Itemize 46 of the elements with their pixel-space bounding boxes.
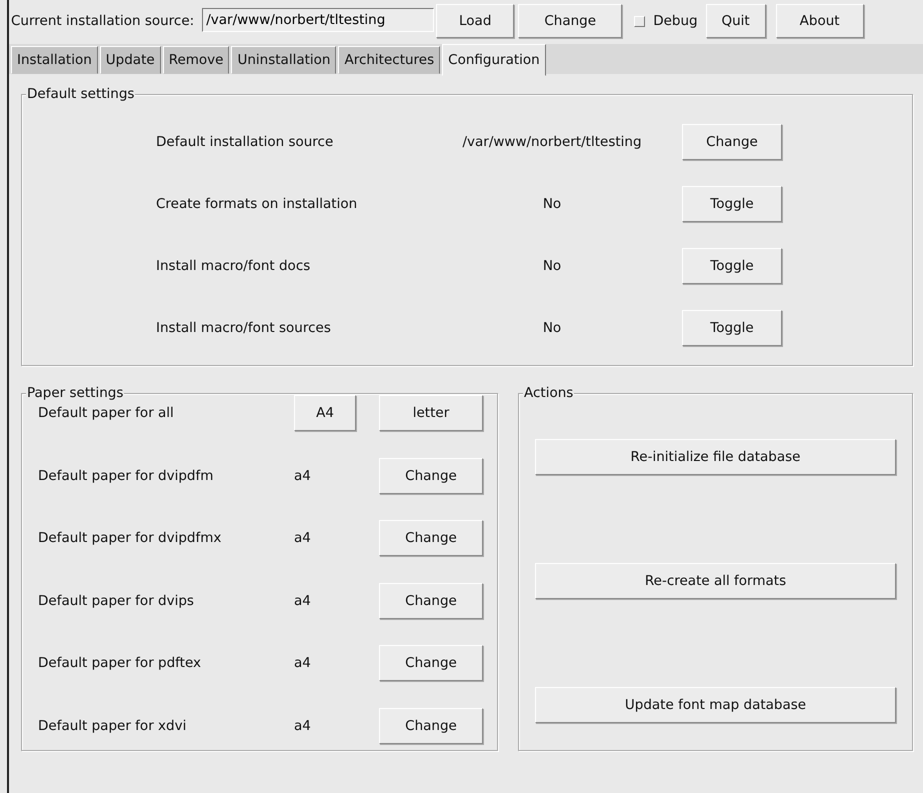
setting-label: Default installation source xyxy=(156,132,334,152)
tab[interactable]: Remove xyxy=(162,46,230,74)
action-button[interactable]: Re-initialize file database xyxy=(535,439,896,475)
paper-label: Default paper for xdvi xyxy=(38,716,188,736)
setting-button[interactable]: Toggle xyxy=(682,248,782,284)
paper-value: a4 xyxy=(294,529,312,548)
setting-button[interactable]: Toggle xyxy=(682,186,782,222)
setting-label: Install macro/font sources xyxy=(156,318,332,338)
change-button[interactable]: Change xyxy=(518,4,622,38)
change-button[interactable]: Change xyxy=(379,520,483,556)
paper-value: a4 xyxy=(294,466,312,486)
tab[interactable]: Update xyxy=(100,46,161,74)
tab[interactable]: Installation xyxy=(11,46,98,74)
paper-label: Default paper for dvipdfmx xyxy=(38,529,222,548)
setting-label: Create formats on installation xyxy=(156,194,358,214)
about-button[interactable]: About xyxy=(776,4,864,38)
debug-checkbox[interactable]: Debug xyxy=(626,4,706,38)
paper-button[interactable]: A4 xyxy=(294,395,356,432)
change-button[interactable]: Change xyxy=(379,458,483,494)
action-button[interactable]: Re-create all formats xyxy=(535,563,896,599)
change-button[interactable]: Change xyxy=(379,645,483,682)
setting-value: /var/www/norbert/tltesting xyxy=(461,132,643,152)
load-button[interactable]: Load xyxy=(436,4,514,38)
change-button[interactable]: Change xyxy=(379,582,483,619)
setting-label: Install macro/font docs xyxy=(156,256,312,276)
paper-value: a4 xyxy=(294,716,312,736)
paper-label: Default paper for pdftex xyxy=(38,654,202,674)
tab[interactable]: Configuration xyxy=(442,44,546,76)
paper-value: a4 xyxy=(294,592,312,611)
setting-value: No xyxy=(542,256,562,276)
tab[interactable]: Uninstallation xyxy=(231,46,336,74)
paper-label: Default paper for all xyxy=(38,404,175,424)
tab[interactable]: Architectures xyxy=(338,46,440,74)
setting-value: No xyxy=(542,318,562,338)
quit-button[interactable]: Quit xyxy=(706,4,766,38)
setting-button[interactable]: Toggle xyxy=(682,310,782,346)
setting-value: No xyxy=(542,194,562,214)
source-field[interactable]: /var/www/norbert/tltesting xyxy=(202,8,434,32)
source-label: Current installation source: xyxy=(11,12,194,31)
setting-button[interactable]: Change xyxy=(682,124,782,160)
action-button[interactable]: Update font map database xyxy=(535,687,896,723)
paper-button[interactable]: letter xyxy=(379,395,483,432)
change-button[interactable]: Change xyxy=(379,708,483,744)
paper-value: a4 xyxy=(294,654,312,674)
paper-label: Default paper for dvipdfm xyxy=(38,466,214,486)
paper-label: Default paper for dvips xyxy=(38,592,195,611)
